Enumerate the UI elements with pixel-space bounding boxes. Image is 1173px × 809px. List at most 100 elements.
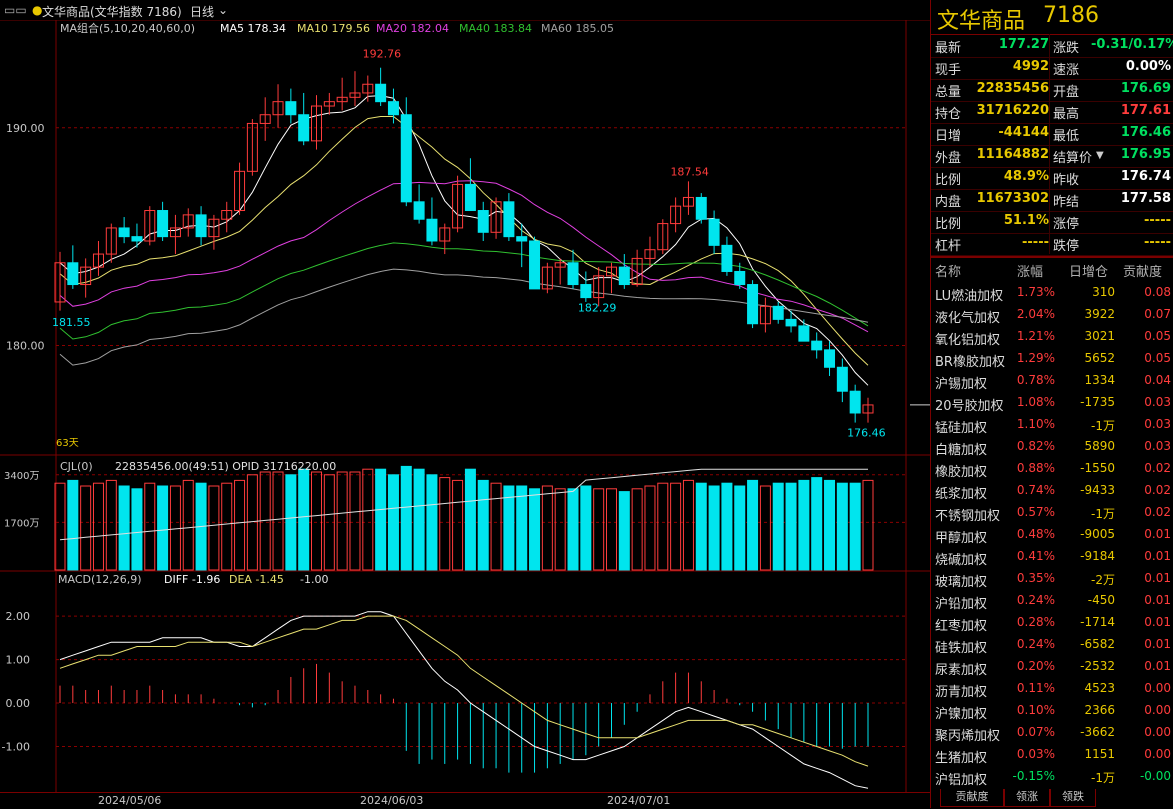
candle-body <box>464 183 476 212</box>
volume-bar <box>785 482 797 571</box>
volume-bar <box>554 488 566 571</box>
chart-area[interactable]: 190.00 180.00 192.76 187.54 181.55 182.29 176.… <box>0 20 930 792</box>
table-row[interactable]: 生猪加权 0.03% 1151 0.00 <box>931 744 1173 766</box>
table-row[interactable]: 氧化铝加权 1.21% 3021 0.05 <box>931 326 1173 348</box>
instrument-title[interactable]: 文华商品(文华指数 7186) <box>42 3 182 20</box>
commodity-name: 沪铅加权 <box>935 597 988 612</box>
change-percent: 0.82% <box>1016 439 1055 453</box>
tab-top-gainers[interactable]: 领涨 <box>1004 789 1050 807</box>
table-header[interactable]: 名称 <box>935 261 961 280</box>
volume-bar <box>682 479 694 571</box>
quote-panel: 文华商品 7186 最新 177.27 涨跌 -0.31/0.17% 现手 4992 速涨 0… <box>930 0 1173 808</box>
divider <box>931 123 1173 124</box>
contribution: 0.00 <box>1144 703 1171 717</box>
volume-bar <box>67 479 79 571</box>
table-row[interactable]: 锰硅加权 1.10% -1万 0.03 <box>931 414 1173 436</box>
table-row[interactable]: 尿素加权 0.20% -2532 0.01 <box>931 656 1173 678</box>
divider <box>931 101 1173 102</box>
macd-tick-label: 0.00 <box>6 697 31 710</box>
quote-value: 0.00% <box>1125 59 1171 74</box>
table-header[interactable]: 日增仓 <box>1069 261 1108 280</box>
change-percent: 0.78% <box>1016 373 1055 387</box>
settle-dropdown-icon[interactable]: ▼ <box>1096 150 1104 161</box>
volume-bar <box>400 465 412 571</box>
commodity-name: 沥青加权 <box>935 685 988 700</box>
position-change: 5890 <box>1084 439 1115 453</box>
table-row[interactable]: 红枣加权 0.28% -1714 0.01 <box>931 612 1173 634</box>
contribution: 0.01 <box>1144 637 1171 651</box>
position-change: -9005 <box>1080 527 1115 541</box>
divider <box>931 211 1173 212</box>
table-row[interactable]: 沪镍加权 0.10% 2366 0.00 <box>931 700 1173 722</box>
divider <box>931 145 1173 146</box>
table-row[interactable]: 硅铁加权 0.24% -6582 0.01 <box>931 634 1173 656</box>
position-change: -1550 <box>1080 461 1115 475</box>
quote-label: 涨跌 <box>1053 41 1080 56</box>
quote-value: ----- <box>1144 213 1171 228</box>
table-row[interactable]: 烧碱加权 0.41% -9184 0.01 <box>931 546 1173 568</box>
chart-title-bar: ▭▭ ● 文华商品(文华指数 7186) 日线 ⌄ <box>0 0 930 21</box>
position-change: -9433 <box>1080 483 1115 497</box>
window-menu-icon[interactable]: ▭▭ <box>4 3 27 17</box>
table-row[interactable]: 聚丙烯加权 0.07% -3662 0.00 <box>931 722 1173 744</box>
volume-bar <box>157 485 169 571</box>
volume-bar <box>464 468 476 571</box>
change-percent: 2.04% <box>1016 307 1055 321</box>
chevron-down-icon[interactable]: ⌄ <box>218 3 228 17</box>
period-selector[interactable]: 日线 <box>190 3 214 20</box>
macd-legend: DIFF -1.96 <box>164 573 220 586</box>
contribution: 0.05 <box>1144 351 1171 365</box>
macd-legend: DEA -1.45 <box>229 573 284 586</box>
table-row[interactable]: 甲醇加权 0.48% -9005 0.01 <box>931 524 1173 546</box>
contribution: 0.08 <box>1144 285 1171 299</box>
position-change: -1万 <box>1091 771 1115 785</box>
position-change: -9184 <box>1080 549 1115 563</box>
candle-body <box>695 196 707 220</box>
quote-value: 11164882 <box>976 147 1049 162</box>
table-row[interactable]: 橡胶加权 0.88% -1550 0.02 <box>931 458 1173 480</box>
table-row[interactable]: 沪锡加权 0.78% 1334 0.04 <box>931 370 1173 392</box>
volume-bar <box>824 479 836 571</box>
candle-body <box>118 227 130 238</box>
position-change: 3021 <box>1084 329 1115 343</box>
date-label: 2024/07/01 <box>607 794 671 807</box>
table-row[interactable]: 液化气加权 2.04% 3922 0.07 <box>931 304 1173 326</box>
volume-bar <box>849 482 861 571</box>
tab-contribution[interactable]: 贡献度 <box>940 789 1004 807</box>
candle-body <box>400 114 412 203</box>
dot-icon: ● <box>32 3 43 17</box>
position-change: -2万 <box>1091 573 1115 587</box>
volume-bar <box>695 482 707 571</box>
table-row[interactable]: BR橡胶加权 1.29% 5652 0.05 <box>931 348 1173 370</box>
table-row[interactable]: 白糖加权 0.82% 5890 0.03 <box>931 436 1173 458</box>
divider <box>931 189 1173 190</box>
volume-bar <box>541 485 553 571</box>
divider <box>931 79 1173 80</box>
table-header[interactable]: 涨幅 <box>1017 261 1043 280</box>
tab-top-losers[interactable]: 领跌 <box>1050 789 1096 807</box>
table-row[interactable]: 沪铝加权 -0.15% -1万 -0.00 <box>931 766 1173 788</box>
contribution: 0.01 <box>1144 549 1171 563</box>
table-row[interactable]: 沥青加权 0.11% 4523 0.00 <box>931 678 1173 700</box>
position-change: 3922 <box>1084 307 1115 321</box>
table-row[interactable]: 纸浆加权 0.74% -9433 0.02 <box>931 480 1173 502</box>
volume-bar <box>208 485 220 571</box>
volume-bar <box>477 479 489 571</box>
volume-bar <box>234 479 246 571</box>
kline-chart[interactable]: 190.00 180.00 192.76 187.54 181.55 182.29 176.… <box>0 20 930 792</box>
volume-bar <box>182 479 194 571</box>
candle-body <box>772 305 784 320</box>
table-row[interactable]: 20号胶加权 1.08% -1735 0.03 <box>931 392 1173 414</box>
change-percent: 1.08% <box>1016 395 1055 409</box>
table-row[interactable]: LU燃油加权 1.73% 310 0.08 <box>931 282 1173 304</box>
volume-bar <box>759 485 771 571</box>
ma5-line <box>59 95 869 386</box>
table-row[interactable]: 玻璃加权 0.35% -2万 0.01 <box>931 568 1173 590</box>
quote-label: 杠杆 <box>935 239 962 254</box>
candle-body <box>529 240 541 290</box>
change-percent: 0.88% <box>1016 461 1055 475</box>
table-row[interactable]: 不锈钢加权 0.57% -1万 0.02 <box>931 502 1173 524</box>
volume-bar <box>798 479 810 571</box>
table-header[interactable]: 贡献度 <box>1123 261 1162 280</box>
table-row[interactable]: 沪铅加权 0.24% -450 0.01 <box>931 590 1173 612</box>
